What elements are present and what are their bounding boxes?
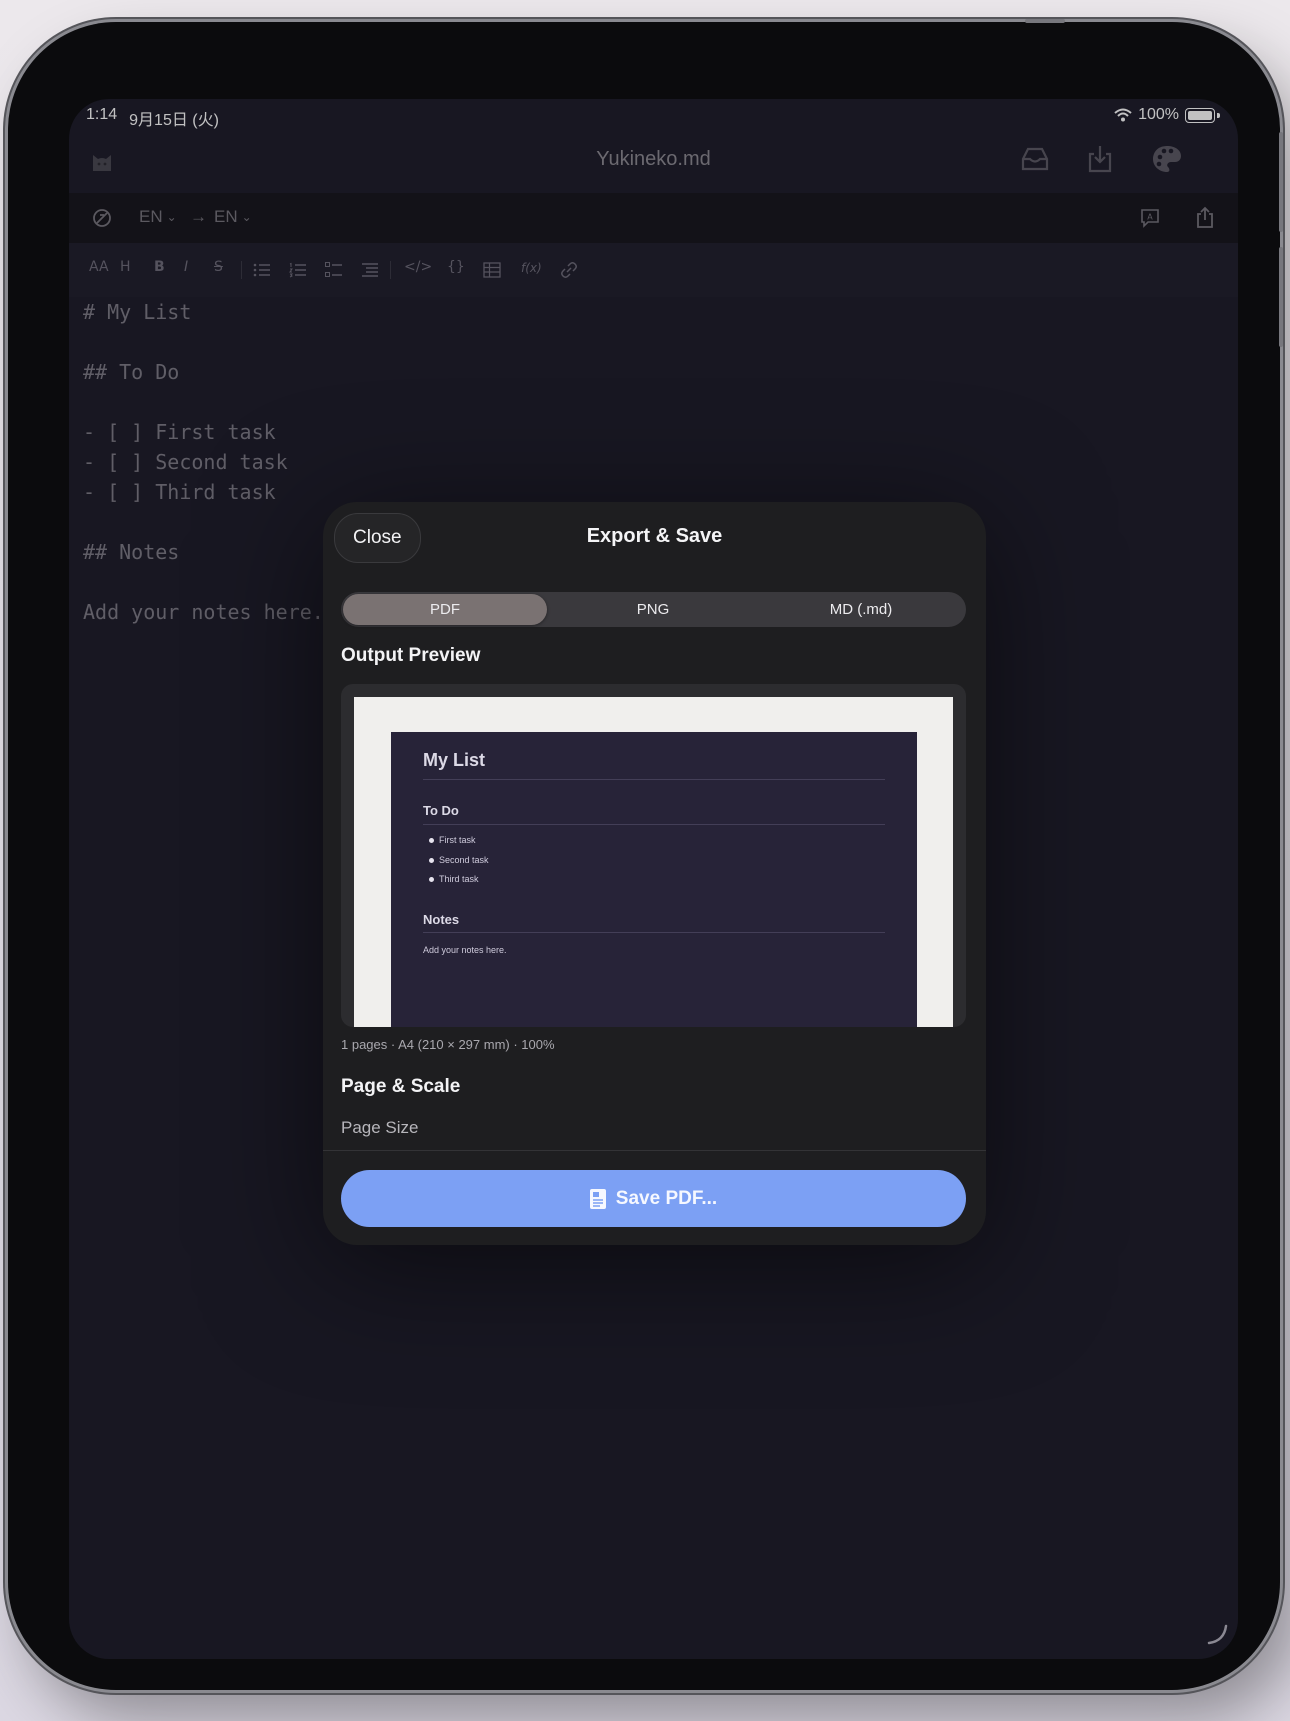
output-preview: My List To Do First task Second task Thi… bbox=[341, 684, 966, 1027]
app-screen: 1:14 9月15日 (火) 100% Yukineko.md EN ⌄ → E… bbox=[69, 99, 1238, 1659]
format-option-pdf[interactable]: PDF bbox=[343, 594, 547, 625]
document-icon bbox=[589, 1188, 606, 1209]
page-scale-heading: Page & Scale bbox=[341, 1076, 461, 1097]
top-button bbox=[1025, 19, 1065, 23]
save-pdf-button[interactable]: Save PDF... bbox=[341, 1170, 966, 1227]
volume-button bbox=[1279, 132, 1283, 232]
format-option-png[interactable]: PNG bbox=[551, 592, 755, 627]
preview-section-notes: Notes bbox=[423, 912, 460, 927]
preview-paper: My List To Do First task Second task Thi… bbox=[354, 697, 953, 1027]
page-size-label: Page Size bbox=[341, 1118, 419, 1137]
preview-note: Add your notes here. bbox=[423, 945, 507, 955]
output-preview-heading: Output Preview bbox=[341, 645, 481, 666]
save-pdf-label: Save PDF... bbox=[615, 1187, 718, 1209]
volume-button bbox=[1279, 247, 1283, 347]
preview-task: First task bbox=[429, 835, 476, 845]
preview-title: My List bbox=[423, 750, 486, 770]
resize-handle-icon[interactable] bbox=[1206, 1623, 1228, 1645]
format-option-md[interactable]: MD (.md) bbox=[759, 592, 963, 627]
sheet-title: Export & Save bbox=[586, 525, 723, 547]
format-segmented-control: PDF PNG MD (.md) bbox=[341, 592, 966, 627]
preview-page: My List To Do First task Second task Thi… bbox=[391, 732, 917, 1027]
ipad-frame: 1:14 9月15日 (火) 100% Yukineko.md EN ⌄ → E… bbox=[8, 19, 1283, 1690]
preview-task: Third task bbox=[429, 874, 479, 884]
export-save-sheet: Close Export & Save PDF PNG MD (.md) Out… bbox=[323, 502, 986, 1245]
preview-caption: 1 pages · A4 (210 × 297 mm) · 100% bbox=[341, 1037, 555, 1052]
preview-section-todo: To Do bbox=[423, 803, 459, 818]
preview-task: Second task bbox=[429, 855, 489, 865]
